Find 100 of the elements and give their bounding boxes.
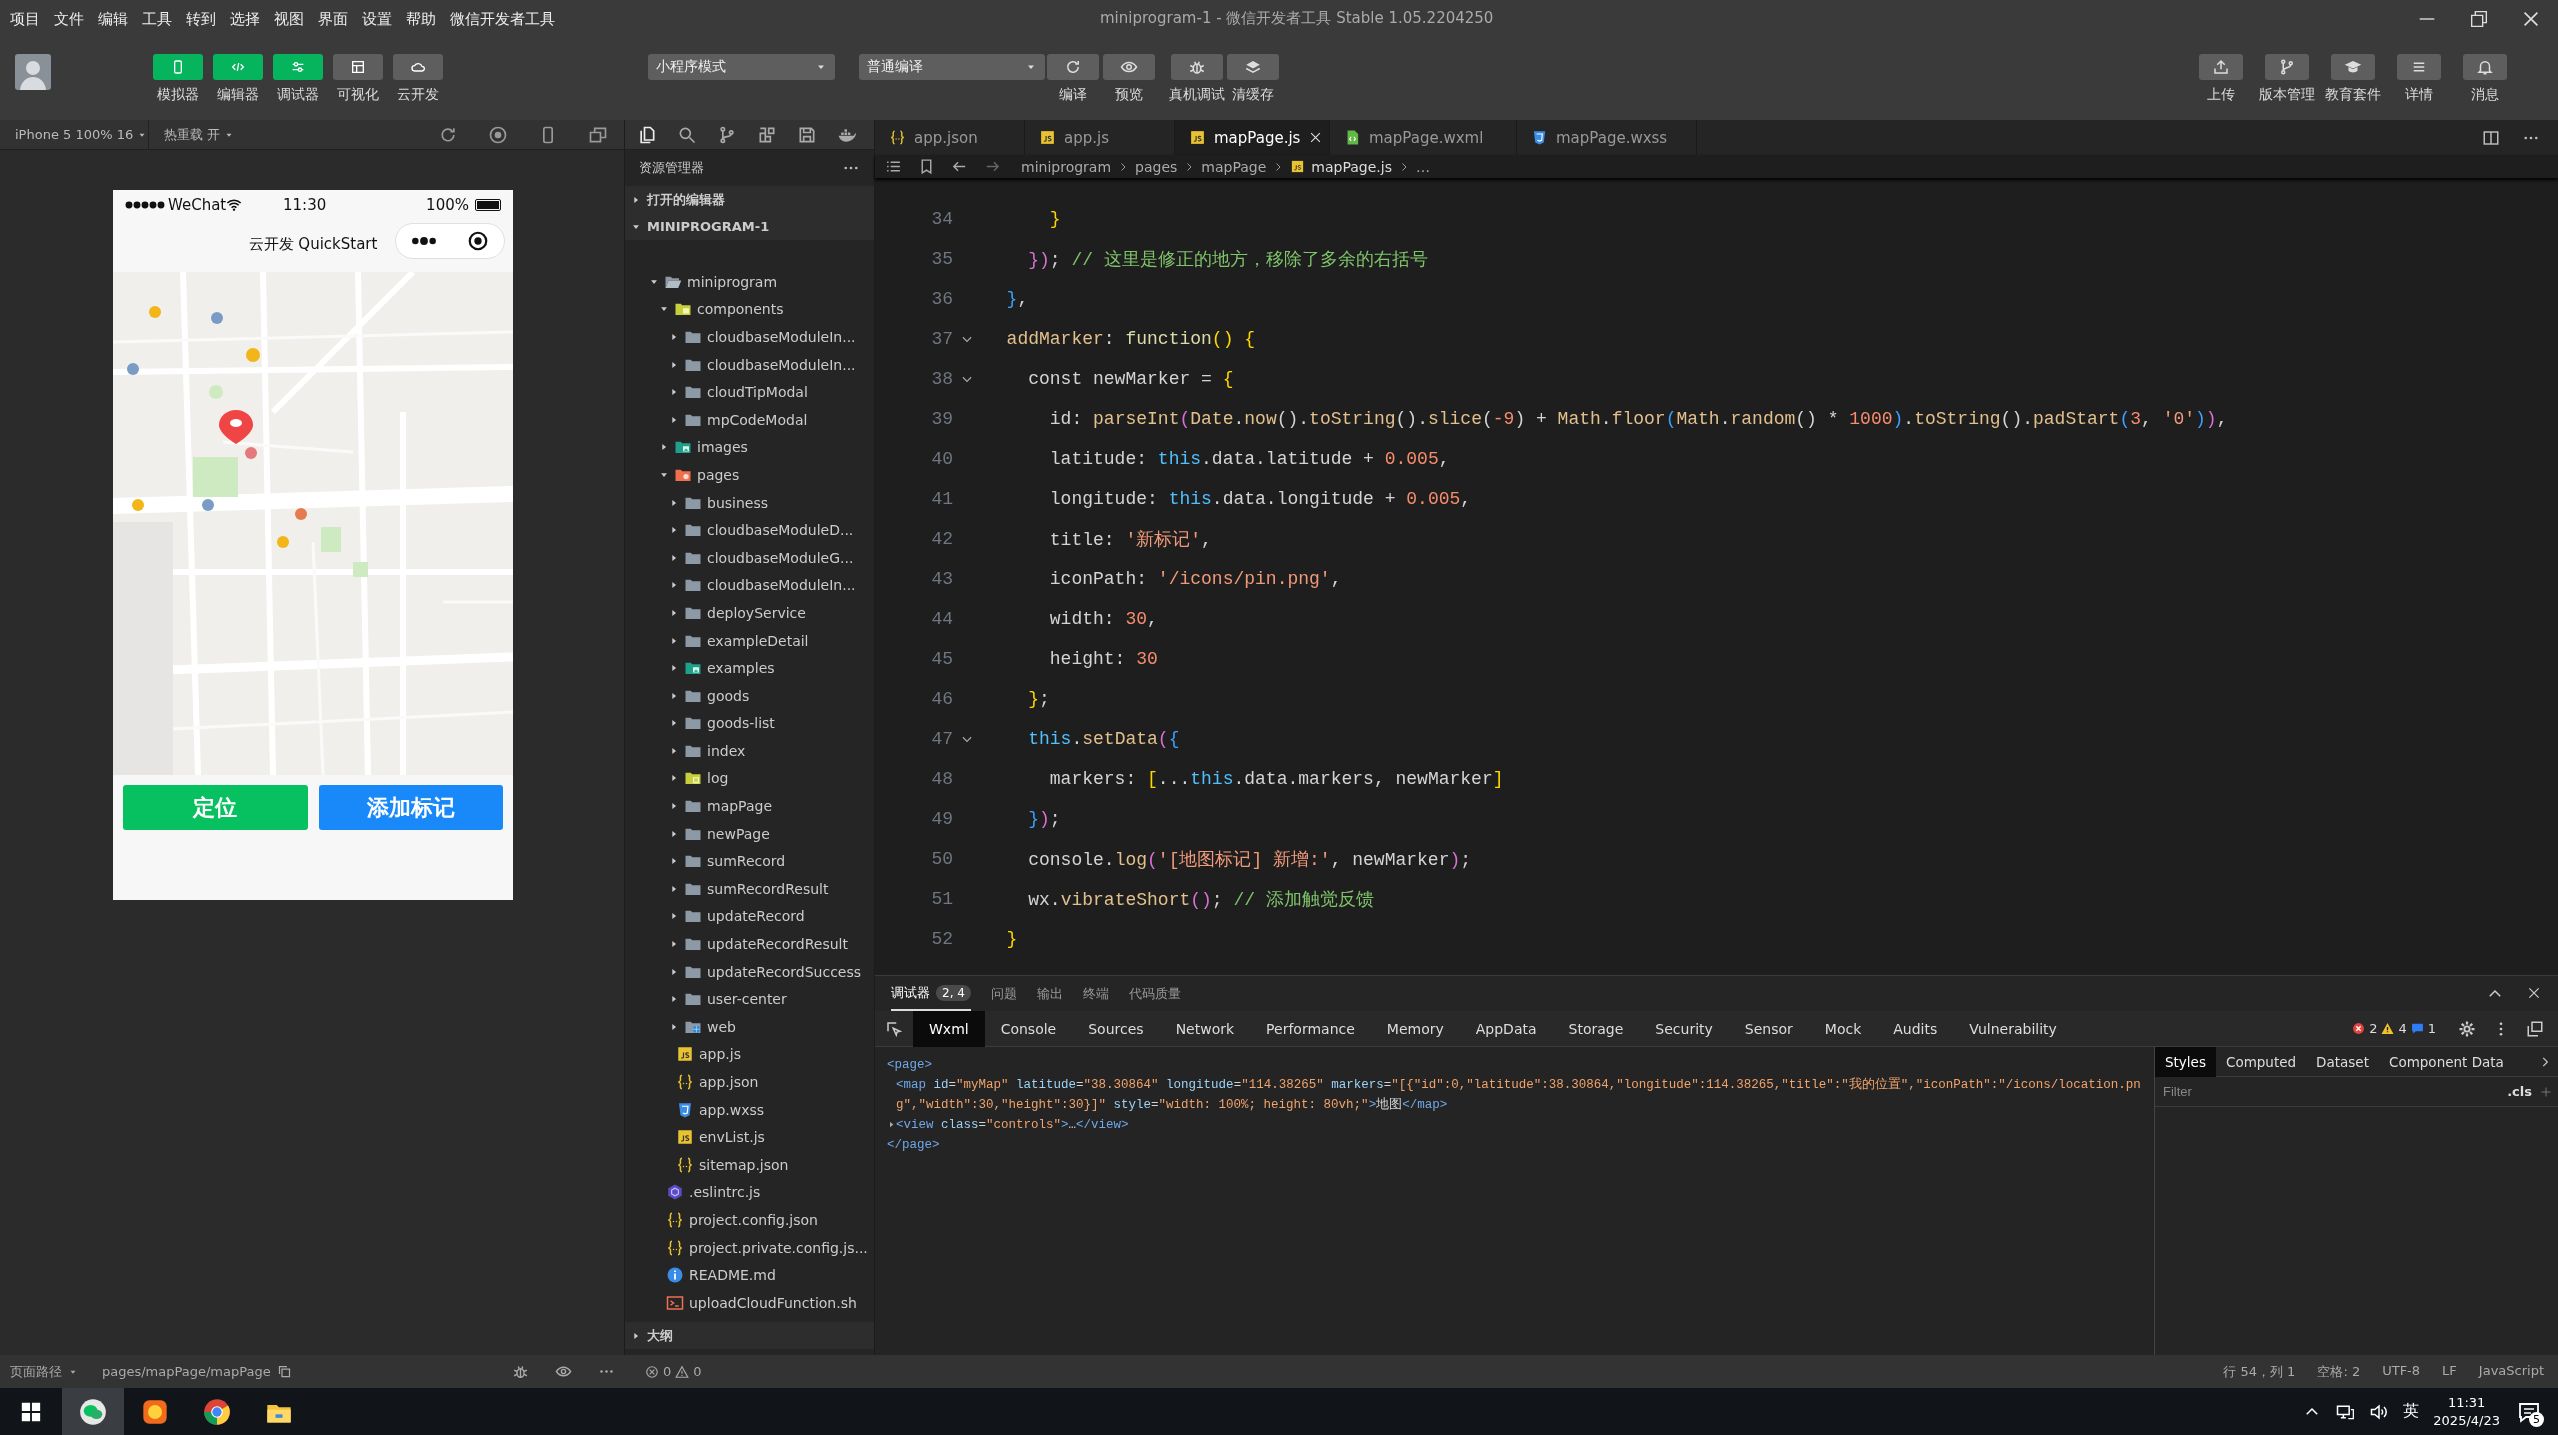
settings-icon[interactable]: [2458, 1019, 2476, 1038]
devtools-tab[interactable]: Mock: [1808, 1010, 1878, 1047]
folder-item[interactable]: components: [625, 295, 874, 324]
action-button[interactable]: 添加标记: [318, 785, 503, 830]
toolbar-button[interactable]: [1171, 54, 1223, 80]
folder-item[interactable]: miniprogram: [625, 268, 874, 296]
folder-item[interactable]: mapPage: [625, 792, 874, 820]
menu-item[interactable]: 选择: [230, 9, 260, 29]
devtools-tab[interactable]: Sources: [1072, 1010, 1160, 1047]
wxml-line[interactable]: <map id="myMap" latitude="38.30864" longitude="114.38265" markers="[{"id":0,"latitude":38.30864,"longitude":114.38265,"title":"我的位置","iconPath":"/icons/location.png","width":30,"height":30}]" style="width: 100%; height: 80vh;">地图</map>: [896, 1075, 2142, 1115]
editor-tab[interactable]: app.json: [875, 120, 1025, 155]
files-icon[interactable]: [637, 124, 657, 145]
status-item[interactable]: 空格: 2: [2317, 1362, 2361, 1381]
editor-tab[interactable]: mapPage.wxml: [1330, 120, 1517, 155]
styles-tab[interactable]: Dataset: [2306, 1046, 2379, 1077]
folder-item[interactable]: cloudbaseModuleIn...: [625, 571, 874, 600]
bug-icon[interactable]: [512, 1363, 529, 1380]
toolbar-button[interactable]: [2265, 54, 2309, 80]
folder-item[interactable]: sumRecordResult: [625, 875, 874, 903]
folder-item[interactable]: user-center: [625, 985, 874, 1014]
file-item[interactable]: app.js: [625, 1040, 874, 1069]
file-item[interactable]: uploadCloudFunction.sh: [625, 1288, 874, 1317]
copy-icon[interactable]: [276, 1364, 292, 1379]
section-header[interactable]: 打开的编辑器: [625, 186, 874, 213]
breadcrumb-item[interactable]: mapPage.js: [1311, 158, 1392, 175]
toolbar-button[interactable]: [1103, 54, 1155, 80]
devtools-tab[interactable]: Audits: [1877, 1010, 1954, 1047]
section-header[interactable]: MINIPROGRAM-1: [625, 213, 874, 240]
devtools-tab[interactable]: Memory: [1370, 1010, 1460, 1047]
view-toggle-button[interactable]: [153, 54, 203, 80]
breadcrumb-item[interactable]: …: [1415, 158, 1430, 175]
folder-item[interactable]: cloudTipModal: [625, 378, 874, 406]
file-item[interactable]: project.config.json: [625, 1206, 874, 1234]
devtools-tab[interactable]: AppData: [1459, 1010, 1553, 1047]
folder-item[interactable]: newPage: [625, 819, 874, 848]
menu-item[interactable]: 转到: [186, 9, 216, 29]
dock-icon[interactable]: [2526, 1019, 2544, 1038]
styles-tab[interactable]: Component Data: [2378, 1046, 2514, 1077]
folder-item[interactable]: deployService: [625, 599, 874, 627]
cls-toggle[interactable]: .cls: [2507, 1084, 2532, 1099]
split-editor-icon[interactable]: [2482, 128, 2500, 147]
panel-tab[interactable]: 终端: [1082, 976, 1109, 1011]
breadcrumb-item[interactable]: mapPage: [1201, 158, 1267, 175]
devtools-tab[interactable]: Storage: [1552, 1010, 1640, 1047]
editor-tab[interactable]: mapPage.wxss: [1517, 120, 1697, 155]
status-item[interactable]: UTF-8: [2382, 1362, 2421, 1381]
taskbar-app[interactable]: [62, 1388, 124, 1435]
view-toggle-button[interactable]: [273, 54, 323, 80]
toolbar-button[interactable]: [1227, 54, 1279, 80]
notification-button[interactable]: 5: [2514, 1396, 2544, 1427]
folder-item[interactable]: cloudbaseModuleIn...: [625, 323, 874, 351]
folder-item[interactable]: exampleDetail: [625, 626, 874, 655]
devtools-tab[interactable]: Console: [984, 1010, 1073, 1047]
status-item[interactable]: 行 54，列 1: [2223, 1362, 2296, 1381]
breadcrumb-item[interactable]: miniprogram: [1021, 158, 1112, 175]
toolbar-button[interactable]: [2463, 54, 2507, 80]
toolbar-button[interactable]: [2199, 54, 2243, 80]
view-toggle-button[interactable]: [333, 54, 383, 80]
compile-select[interactable]: 普通编译: [859, 54, 1045, 80]
breadcrumb-item[interactable]: pages: [1135, 158, 1178, 175]
file-item[interactable]: envList.js: [625, 1123, 874, 1151]
folder-item[interactable]: log: [625, 764, 874, 793]
devtools-tab[interactable]: Security: [1639, 1010, 1729, 1047]
mode-select[interactable]: 小程序模式: [648, 54, 835, 80]
devtools-tab[interactable]: Wxml: [913, 1010, 985, 1047]
styles-tab[interactable]: Computed: [2215, 1046, 2307, 1077]
devtools-tab[interactable]: Performance: [1250, 1010, 1371, 1047]
wxml-line[interactable]: <page>: [887, 1055, 2142, 1075]
devtools-tab[interactable]: Sensor: [1728, 1010, 1809, 1047]
editor-tab[interactable]: mapPage.js: [1175, 120, 1330, 155]
folder-item[interactable]: cloudbaseModuleD...: [625, 516, 874, 544]
clock-time[interactable]: 11:31: [2447, 1393, 2486, 1412]
panel-tab[interactable]: 问题: [990, 976, 1017, 1011]
menu-item[interactable]: 文件: [54, 9, 84, 29]
folder-item[interactable]: updateRecordSuccess: [625, 957, 874, 986]
folder-item[interactable]: examples: [625, 654, 874, 682]
inspect-icon[interactable]: [885, 1019, 903, 1038]
toolbar-button[interactable]: [2331, 54, 2375, 80]
file-item[interactable]: project.private.config.js...: [625, 1233, 874, 1262]
clock-date[interactable]: 2025/4/23: [2433, 1411, 2500, 1430]
folder-item[interactable]: goods-list: [625, 709, 874, 738]
view-toggle-button[interactable]: [213, 54, 263, 80]
wxml-line[interactable]: <view class="controls">…</view>: [896, 1115, 1129, 1135]
folder-item[interactable]: sumRecord: [625, 847, 874, 876]
menu-item[interactable]: 工具: [142, 9, 172, 29]
hot-reload-toggle[interactable]: 热重载 开: [164, 125, 221, 144]
add-icon[interactable]: [2540, 1085, 2552, 1098]
file-item[interactable]: .eslintrc.js: [625, 1178, 874, 1207]
menu-item[interactable]: 设置: [362, 9, 392, 29]
devtools-tab[interactable]: Vulnerability: [1953, 1010, 2073, 1047]
file-item[interactable]: app.wxss: [625, 1095, 874, 1124]
styles-tab[interactable]: Styles: [2155, 1046, 2216, 1077]
section-header[interactable]: 大纲: [625, 1322, 874, 1349]
menu-item[interactable]: 帮助: [406, 9, 436, 29]
status-item[interactable]: LF: [2442, 1362, 2457, 1381]
input-method[interactable]: 英: [2403, 1401, 2420, 1422]
expand-arrow-icon[interactable]: [887, 1120, 896, 1129]
panel-tab[interactable]: 代码质量: [1128, 976, 1181, 1011]
view-toggle-button[interactable]: [393, 54, 443, 80]
device-select[interactable]: iPhone 5 100% 16: [15, 127, 134, 142]
